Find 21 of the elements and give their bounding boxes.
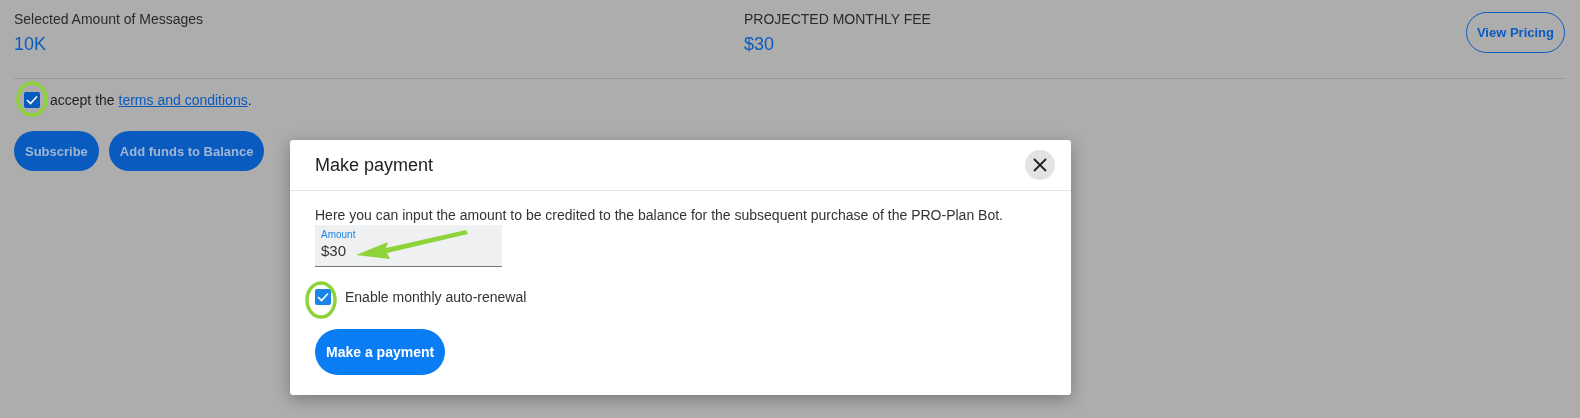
- fee-label: PROJECTED MONTHLY FEE: [744, 11, 931, 27]
- checkbox[interactable]: [315, 289, 331, 305]
- action-button[interactable]: Subscribe: [14, 131, 99, 171]
- auto-renewal-label: Enable monthly auto-renewal: [345, 289, 527, 305]
- checkbox[interactable]: [24, 92, 40, 108]
- terms-text: accept the terms and conditions.: [50, 92, 252, 108]
- amount-field[interactable]: Amount $30: [315, 225, 502, 267]
- terms-link[interactable]: terms and conditions: [118, 92, 248, 108]
- messages-label: Selected Amount of Messages: [14, 11, 204, 27]
- fee-value: $30: [744, 34, 775, 55]
- amount-label: Amount: [321, 229, 357, 240]
- amount-input[interactable]: $30: [321, 240, 491, 259]
- close-icon: [1033, 158, 1047, 172]
- highlight-circle: [305, 281, 337, 319]
- close-button[interactable]: [1025, 150, 1055, 180]
- highlight-circle: [16, 81, 48, 117]
- action-button[interactable]: Add funds to Balance: [108, 131, 265, 171]
- dialog-title: Make payment: [315, 154, 434, 176]
- dialog-description: Here you can input the amount to be credited to the balance for the subsequent purchase of the PRO-Plan Bot.: [315, 207, 1004, 223]
- messages-value: 10K: [14, 34, 47, 55]
- make-payment-button[interactable]: Make a payment: [315, 329, 446, 375]
